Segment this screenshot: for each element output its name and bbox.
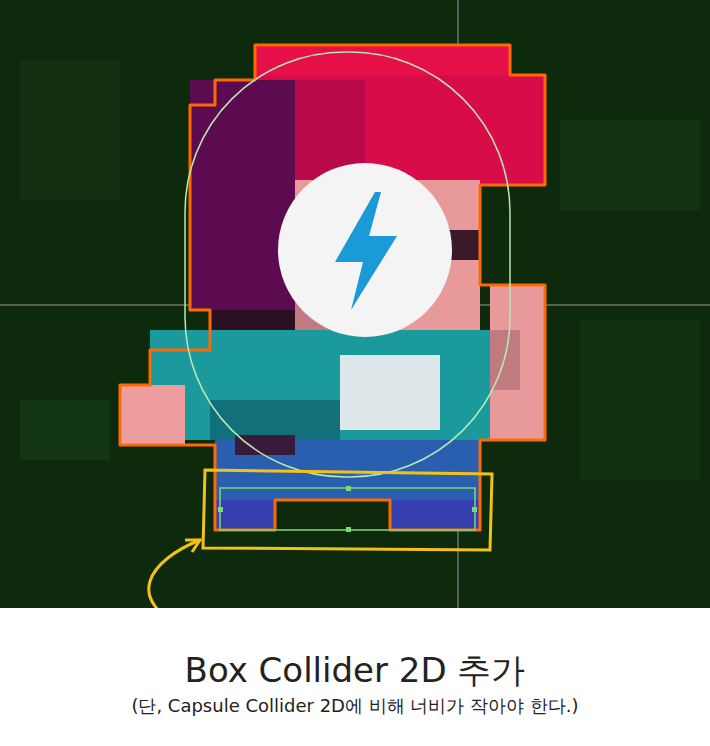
caption-note: (단, Capsule Collider 2D에 비해 너비가 작아야 한다.)	[131, 694, 578, 718]
caption: Box Collider 2D 추가 (단, Capsule Collider …	[0, 608, 710, 718]
caption-title: Box Collider 2D 추가	[185, 650, 526, 690]
lightning-icon	[277, 162, 453, 338]
scene-view	[0, 0, 710, 608]
